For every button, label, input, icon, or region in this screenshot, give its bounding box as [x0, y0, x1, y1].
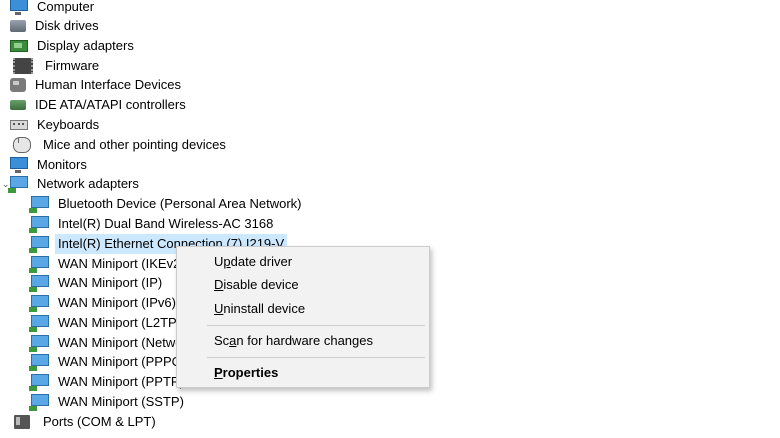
tree-item-wan-pptp[interactable]: WAN Miniport (PPTP) [29, 372, 187, 392]
network-adapter-icon [29, 295, 49, 312]
tree-item-label: Disk drives [35, 18, 99, 33]
network-adapter-icon [29, 374, 49, 391]
tree-item-label: WAN Miniport (L2TP) [58, 315, 182, 330]
network-adapter-icon [29, 335, 49, 352]
monitor-icon [10, 0, 28, 15]
tree-item-label: Mice and other pointing devices [43, 137, 226, 152]
menu-item-accelerator: P [214, 365, 223, 380]
context-menu: Update driver Disable device Uninstall d… [176, 246, 430, 388]
network-adapter-icon [29, 354, 49, 371]
tree-item-wan-sstp[interactable]: WAN Miniport (SSTP) [29, 392, 187, 412]
network-adapter-icon [8, 176, 28, 193]
menu-item-text-prefix: Sc [214, 333, 230, 348]
network-adapter-icon [29, 275, 49, 292]
tree-item-firmware[interactable]: Firmware [10, 56, 102, 76]
tree-item-label: IDE ATA/ATAPI controllers [35, 97, 186, 112]
keyboard-icon [10, 120, 28, 130]
chip-icon [13, 58, 33, 74]
tree-item-keyboards[interactable]: Keyboards [10, 115, 102, 135]
tree-item-label: Human Interface Devices [35, 77, 181, 92]
tree-item-label: WAN Miniport (IP) [58, 275, 163, 290]
tree-item-wan-ikev2[interactable]: WAN Miniport (IKEv2) [29, 254, 188, 274]
tree-item-label: WAN Miniport (SSTP) [58, 394, 184, 409]
tree-item-label: Intel(R) Dual Band Wireless-AC 3168 [58, 216, 274, 231]
tree-item-wan-ipv6[interactable]: WAN Miniport (IPv6) [29, 293, 179, 313]
hid-icon [10, 78, 26, 92]
tree-item-ide-controllers[interactable]: IDE ATA/ATAPI controllers [10, 95, 189, 115]
network-adapter-icon [29, 216, 49, 233]
port-icon [14, 415, 30, 429]
tree-item-label: Firmware [45, 58, 100, 73]
ide-controller-icon [10, 100, 26, 110]
tree-item-label: WAN Miniport (IKEv2) [58, 256, 185, 271]
menu-separator [207, 357, 425, 358]
tree-item-label: Network adapters [37, 176, 139, 191]
tree-item-display-adapters[interactable]: Display adapters [10, 36, 137, 56]
disable-device-menu-item[interactable]: Disable device [177, 274, 429, 296]
menu-item-text: roperties [222, 365, 279, 380]
tree-item-wan-pppoe[interactable]: WAN Miniport (PPPOE) [29, 352, 198, 372]
tree-item-label: Computer [37, 0, 95, 14]
scan-hardware-menu-item[interactable]: Scan for hardware changes [177, 330, 429, 352]
tree-item-intel-wireless[interactable]: Intel(R) Dual Band Wireless-AC 3168 [29, 214, 276, 234]
display-adapter-icon [10, 40, 28, 52]
network-adapter-icon [29, 256, 49, 273]
tree-item-human-interface-devices[interactable]: Human Interface Devices [10, 75, 184, 95]
tree-item-label: Bluetooth Device (Personal Area Network) [58, 196, 302, 211]
tree-item-ports[interactable]: Ports (COM & LPT) [10, 412, 159, 432]
disk-drive-icon [10, 20, 26, 32]
tree-item-network-adapters[interactable]: ⌄ Network adapters [2, 174, 142, 194]
monitor-icon [10, 157, 28, 173]
uninstall-device-menu-item[interactable]: Uninstall device [177, 298, 429, 320]
menu-item-text-prefix: U [214, 254, 224, 269]
menu-item-text: date driver [230, 254, 293, 269]
tree-item-label: Ports (COM & LPT) [43, 414, 156, 429]
tree-item-label: Keyboards [37, 117, 100, 132]
menu-item-text: n for hardware changes [236, 333, 373, 348]
menu-item-accelerator: U [214, 301, 224, 316]
tree-item-label: Display adapters [37, 38, 134, 53]
mouse-icon [13, 137, 31, 153]
menu-item-text: ninstall device [223, 301, 306, 316]
tree-item-disk-drives[interactable]: Disk drives [10, 16, 102, 36]
tree-item-label: WAN Miniport (IPv6) [58, 295, 176, 310]
menu-item-accelerator: D [214, 277, 224, 292]
network-adapter-icon [29, 315, 49, 332]
menu-item-text: isable device [223, 277, 299, 292]
tree-item-wan-ip[interactable]: WAN Miniport (IP) [29, 273, 165, 293]
tree-item-bluetooth-pan[interactable]: Bluetooth Device (Personal Area Network) [29, 194, 305, 214]
network-adapter-icon [29, 394, 49, 411]
network-adapter-icon [29, 236, 49, 253]
tree-item-wan-l2tp[interactable]: WAN Miniport (L2TP) [29, 313, 184, 333]
menu-separator [207, 325, 425, 326]
network-adapter-icon [29, 196, 49, 213]
menu-item-accelerator: p [223, 254, 231, 269]
update-driver-menu-item[interactable]: Update driver [177, 251, 429, 273]
properties-menu-item[interactable]: Properties [177, 362, 429, 384]
tree-item-monitors[interactable]: Monitors [10, 155, 90, 175]
tree-item-computer[interactable]: Computer [10, 0, 97, 17]
tree-item-label: WAN Miniport (PPTP) [58, 374, 184, 389]
tree-item-mice[interactable]: Mice and other pointing devices [10, 135, 229, 155]
tree-item-label: Monitors [37, 157, 87, 172]
